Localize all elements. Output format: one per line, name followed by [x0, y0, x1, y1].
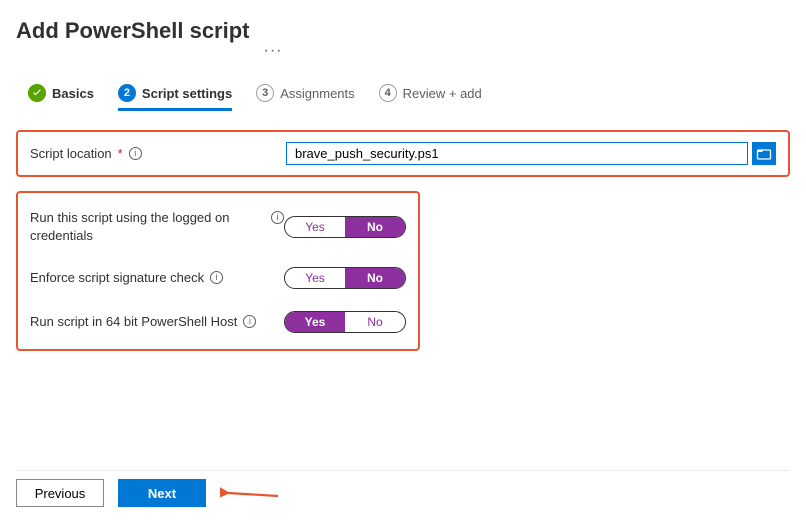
toggle-no[interactable]: No — [345, 312, 405, 332]
step-label: Assignments — [280, 86, 354, 101]
toggle-enforce-signature[interactable]: Yes No — [284, 267, 406, 289]
field-label-text: Script location — [30, 146, 112, 161]
step-basics[interactable]: Basics — [28, 84, 94, 111]
info-icon[interactable]: i — [210, 271, 223, 284]
step-label: Script settings — [142, 86, 232, 101]
step-number-icon: 3 — [256, 84, 274, 102]
annotation-arrow-icon — [220, 484, 280, 502]
page-title: Add PowerShell script — [16, 18, 250, 44]
option-run-logged-on-credentials: Run this script using the logged on cred… — [30, 203, 406, 261]
info-icon[interactable]: i — [129, 147, 142, 160]
info-icon[interactable]: i — [243, 315, 256, 328]
folder-icon — [756, 146, 772, 162]
more-actions-button[interactable]: ··· — [264, 43, 283, 59]
script-location-label: Script location * i — [30, 146, 270, 161]
toggle-yes[interactable]: Yes — [285, 268, 345, 288]
previous-button[interactable]: Previous — [16, 479, 104, 507]
toggle-no[interactable]: No — [345, 217, 405, 237]
toggle-64bit-host[interactable]: Yes No — [284, 311, 406, 333]
option-64bit-host: Run script in 64 bit PowerShell Host i Y… — [30, 305, 406, 339]
check-icon — [28, 84, 46, 102]
info-icon[interactable]: i — [271, 211, 284, 224]
toggle-yes[interactable]: Yes — [285, 312, 345, 332]
option-label-text: Enforce script signature check — [30, 269, 204, 287]
step-assignments[interactable]: 3 Assignments — [256, 84, 354, 111]
step-review-add[interactable]: 4 Review + add — [379, 84, 482, 111]
step-number-icon: 4 — [379, 84, 397, 102]
browse-file-button[interactable] — [752, 142, 776, 165]
option-label-text: Run this script using the logged on cred… — [30, 209, 265, 245]
footer-actions: Previous Next — [16, 470, 790, 507]
step-label: Review + add — [403, 86, 482, 101]
option-enforce-signature: Enforce script signature check i Yes No — [30, 261, 406, 305]
step-number-icon: 2 — [118, 84, 136, 102]
option-label-text: Run script in 64 bit PowerShell Host — [30, 313, 237, 331]
toggle-yes[interactable]: Yes — [285, 217, 345, 237]
script-location-input[interactable] — [286, 142, 748, 165]
toggle-run-logged-on[interactable]: Yes No — [284, 216, 406, 238]
highlight-script-location: Script location * i — [16, 130, 790, 177]
required-indicator: * — [118, 146, 123, 161]
wizard-stepper: Basics 2 Script settings 3 Assignments 4… — [16, 84, 790, 112]
highlight-options: Run this script using the logged on cred… — [16, 191, 420, 351]
next-button[interactable]: Next — [118, 479, 206, 507]
step-label: Basics — [52, 86, 94, 101]
toggle-no[interactable]: No — [345, 268, 405, 288]
step-script-settings[interactable]: 2 Script settings — [118, 84, 232, 111]
